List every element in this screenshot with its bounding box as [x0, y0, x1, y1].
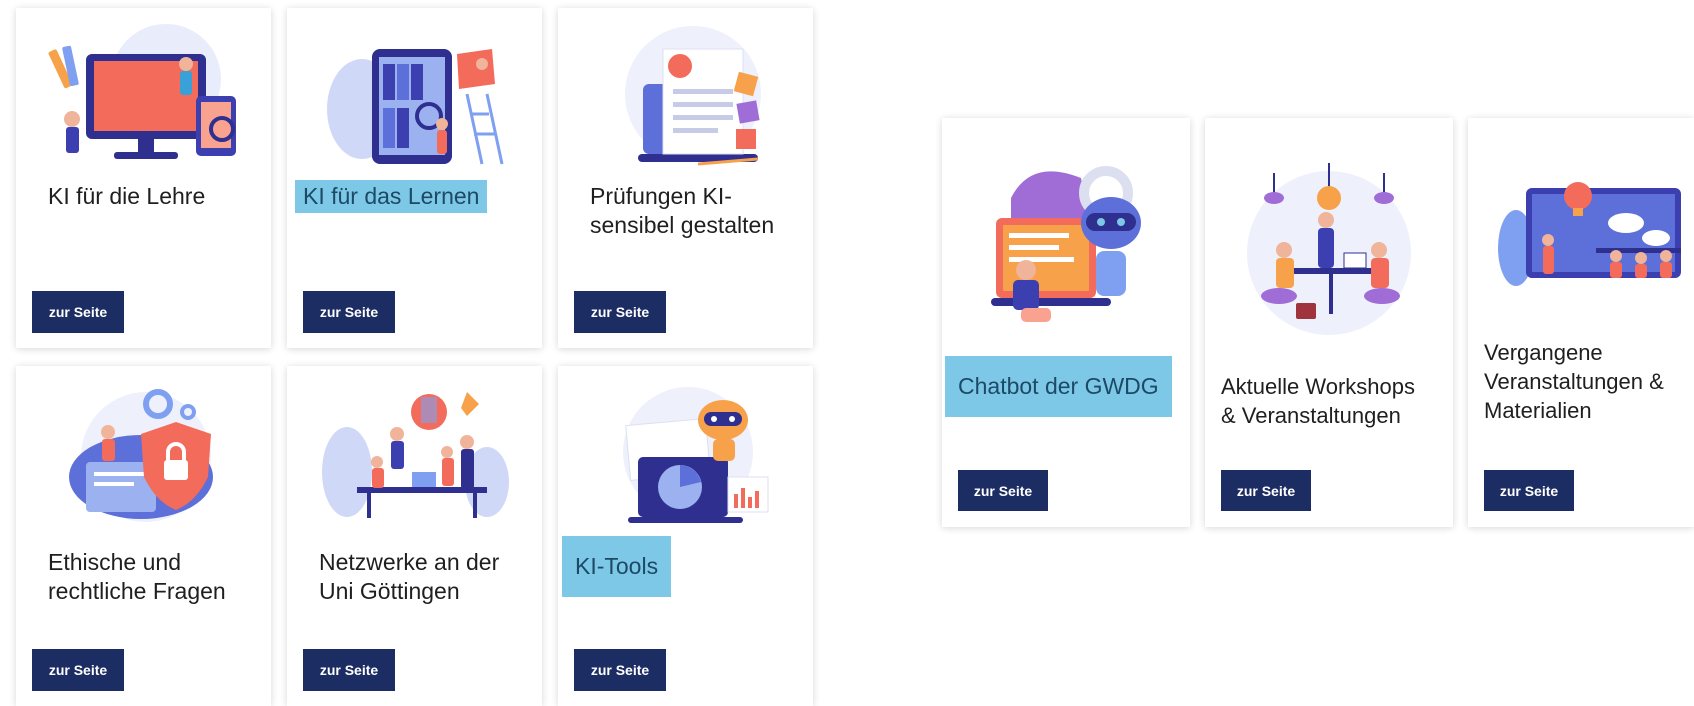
card-netzwerke-uni-goettingen: Netzwerke an der Uni Göttingen zur Seite — [287, 366, 542, 706]
card-ki-fuer-die-lehre: KI für die Lehre zur Seite — [16, 8, 271, 348]
card-title: Aktuelle Workshops & Veranstaltungen — [1221, 374, 1416, 428]
zur-seite-button[interactable]: zur Seite — [574, 291, 666, 333]
card-title-highlighted: KI-Tools — [562, 536, 672, 597]
robot-laptop-illustration — [588, 382, 783, 532]
card-ethische-rechtliche-fragen: Ethische und rechtliche Fragen zur Seite — [16, 366, 271, 706]
card-ki-tools: KI-Tools zur Seite — [558, 366, 813, 706]
exam-laptop-illustration — [588, 24, 783, 174]
chatbot-robot-illustration — [971, 158, 1161, 338]
zur-seite-button[interactable]: zur Seite — [1221, 470, 1311, 511]
zur-seite-button[interactable]: zur Seite — [32, 649, 124, 691]
zur-seite-button[interactable]: zur Seite — [958, 470, 1048, 511]
zur-seite-button[interactable]: zur Seite — [574, 649, 666, 691]
card-title: KI für die Lehre — [48, 183, 206, 209]
card-title: Vergangene Veranstaltungen & Materialien — [1484, 340, 1664, 423]
zur-seite-button[interactable]: zur Seite — [32, 291, 124, 333]
teacher-computer-illustration — [46, 24, 241, 174]
card-title-highlighted: Chatbot der GWDG — [945, 356, 1172, 417]
team-network-illustration — [317, 382, 512, 532]
workshop-meeting-illustration — [1234, 158, 1424, 338]
card-ki-fuer-das-lernen: KI für das Lernen zur Seite — [287, 8, 542, 348]
card-title: Prüfungen KI- sensibel gestalten — [590, 183, 775, 238]
presentation-audience-illustration — [1496, 168, 1691, 308]
card-title: Ethische und rechtliche Fragen — [48, 549, 226, 604]
zur-seite-button[interactable]: zur Seite — [1484, 470, 1574, 511]
card-aktuelle-workshops: Aktuelle Workshops & Veranstaltungen zur… — [1205, 118, 1453, 527]
card-pruefungen-ki-sensibel: Prüfungen KI- sensibel gestalten zur Sei… — [558, 8, 813, 348]
zur-seite-button[interactable]: zur Seite — [303, 291, 395, 333]
card-title-highlighted: KI für das Lernen — [295, 180, 488, 213]
tablet-library-illustration — [317, 24, 512, 174]
card-chatbot-der-gwdg: Chatbot der GWDG zur Seite — [942, 118, 1190, 527]
card-vergangene-veranstaltungen: Vergangene Veranstaltungen & Materialien… — [1468, 118, 1694, 527]
zur-seite-button[interactable]: zur Seite — [303, 649, 395, 691]
card-title: Netzwerke an der Uni Göttingen — [319, 549, 500, 604]
security-shield-illustration — [46, 382, 241, 532]
